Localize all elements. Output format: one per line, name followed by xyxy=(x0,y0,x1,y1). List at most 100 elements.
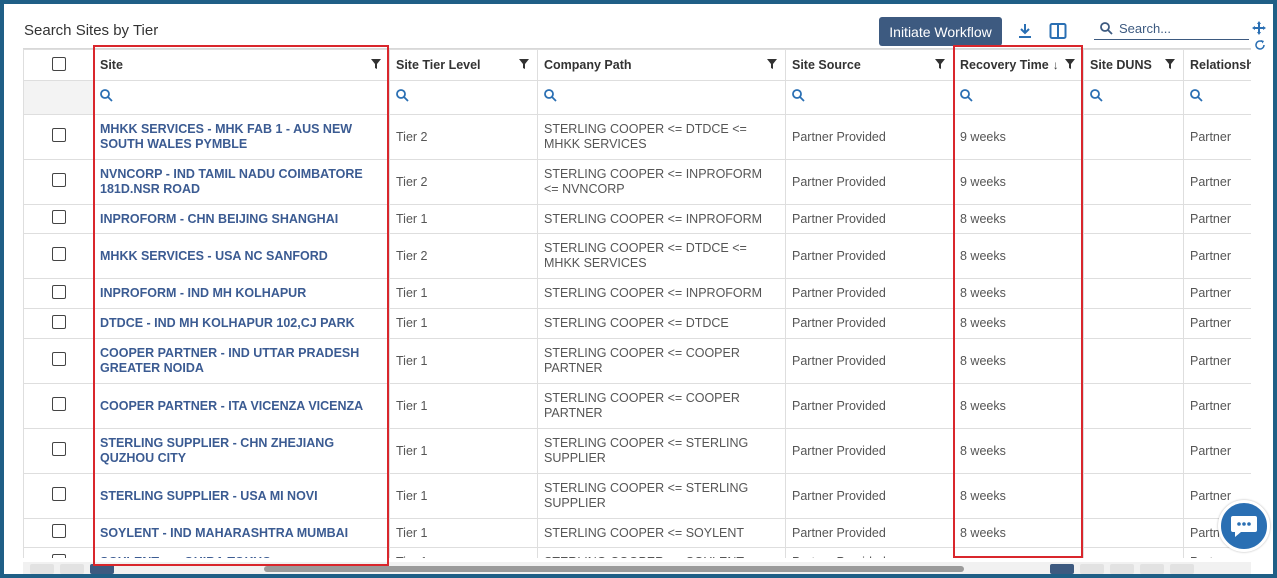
row-checkbox[interactable] xyxy=(51,284,66,299)
column-header-site-source[interactable]: Site Source xyxy=(785,49,954,81)
search-icon[interactable] xyxy=(396,89,409,102)
pager-button[interactable] xyxy=(1170,564,1194,574)
table-row[interactable]: STERLING SUPPLIER - CHN ZHEJIANG QUZHOU … xyxy=(23,428,1251,474)
chat-button[interactable] xyxy=(1218,500,1270,552)
site-link[interactable]: SOYLENT - ... OHIBA TOKYO xyxy=(100,555,272,558)
column-header-site[interactable]: Site xyxy=(93,49,390,81)
row-checkbox[interactable] xyxy=(51,442,66,456)
filter-icon[interactable] xyxy=(767,59,777,69)
pager-button[interactable] xyxy=(30,564,54,574)
row-checkbox[interactable] xyxy=(51,173,66,187)
site-cell: COOPER PARTNER - IND UTTAR PRADESH GREAT… xyxy=(93,338,390,384)
site-link[interactable]: INPROFORM - CHN BEIJING SHANGHAI xyxy=(100,212,338,226)
table-row[interactable]: STERLING SUPPLIER - USA MI NOVI Tier 1 STE… xyxy=(23,473,1251,519)
row-checkbox[interactable] xyxy=(51,247,66,261)
tier-cell: Tier 1 xyxy=(389,278,538,309)
relationship-cell: Partner xyxy=(1183,114,1251,160)
cell-text: Partner Provided xyxy=(792,398,886,413)
filter-cell-relationship[interactable] xyxy=(1183,80,1251,115)
search-icon[interactable] xyxy=(960,89,973,102)
row-checkbox[interactable] xyxy=(51,487,66,501)
search-icon[interactable] xyxy=(1190,89,1203,102)
download-icon[interactable] xyxy=(1017,22,1033,40)
row-checkbox[interactable] xyxy=(51,210,66,224)
table-row[interactable]: DTDCE - IND MH KOLHAPUR 102,CJ PARK Tier … xyxy=(23,308,1251,339)
row-checkbox[interactable] xyxy=(51,553,66,558)
table-row[interactable]: INPROFORM - CHN BEIJING SHANGHAI Tier 1 ST… xyxy=(23,204,1251,234)
relationship-cell: Partner xyxy=(1183,308,1251,339)
pager-button[interactable] xyxy=(1140,564,1164,574)
site-link[interactable]: NVNCORP - IND TAMIL NADU COIMBATORE 181D… xyxy=(100,167,363,196)
filter-icon[interactable] xyxy=(935,59,945,69)
site-link[interactable]: MHKK SERVICES - USA NC SANFORD xyxy=(100,249,328,263)
pager-button[interactable] xyxy=(60,564,84,574)
cell-text: Tier 2 xyxy=(396,248,428,263)
filter-icon[interactable] xyxy=(519,59,529,69)
cell-text: Partner xyxy=(1190,488,1231,503)
filter-cell-site-source[interactable] xyxy=(785,80,954,115)
company-path-cell: STERLING COOPER <= INPROFORM xyxy=(537,278,786,309)
recovery-time-cell: 8 weeks xyxy=(953,233,1084,279)
pager-button[interactable] xyxy=(1110,564,1134,574)
pager-button-active[interactable] xyxy=(1050,564,1074,574)
table-row[interactable]: NVNCORP - IND TAMIL NADU COIMBATORE 181D… xyxy=(23,159,1251,205)
move-icon[interactable] xyxy=(1252,21,1266,35)
row-checkbox[interactable] xyxy=(51,397,66,411)
table-row[interactable]: INPROFORM - IND MH KOLHAPUR Tier 1 STERLIN… xyxy=(23,278,1251,309)
site-link[interactable]: COOPER PARTNER - IND UTTAR PRADESH GREAT… xyxy=(100,346,359,375)
search-icon[interactable] xyxy=(792,89,805,102)
pager-button-active[interactable] xyxy=(90,564,114,574)
recovery-time-cell xyxy=(953,547,1084,558)
site-cell: SOYLENT - ... OHIBA TOKYO xyxy=(93,547,390,558)
site-link[interactable]: STERLING SUPPLIER - USA MI NOVI xyxy=(100,489,318,503)
column-header-company-path[interactable]: Company Path xyxy=(537,49,786,81)
pager-button[interactable] xyxy=(1080,564,1104,574)
site-link[interactable]: COOPER PARTNER - ITA VICENZA VICENZA xyxy=(100,399,363,413)
row-select-cell xyxy=(23,518,94,548)
table-row[interactable]: COOPER PARTNER - IND UTTAR PRADESH GREAT… xyxy=(23,338,1251,384)
refresh-icon[interactable] xyxy=(1254,39,1266,51)
filter-icon[interactable] xyxy=(371,59,381,69)
column-header-recovery-time[interactable]: Recovery Time ↓ xyxy=(953,49,1084,81)
site-cell: DTDCE - IND MH KOLHAPUR 102,CJ PARK xyxy=(93,308,390,339)
initiate-workflow-button[interactable]: Initiate Workflow xyxy=(879,17,1002,46)
row-checkbox[interactable] xyxy=(51,524,66,538)
site-link[interactable]: MHKK SERVICES - MHK FAB 1 - AUS NEW SOUT… xyxy=(100,122,352,151)
filter-cell-site-duns[interactable] xyxy=(1083,80,1184,115)
cell-text: Partner xyxy=(1190,211,1231,226)
table-row[interactable]: MHKK SERVICES - USA NC SANFORD Tier 2 STER… xyxy=(23,233,1251,279)
site-link[interactable]: SOYLENT - IND MAHARASHTRA MUMBAI xyxy=(100,526,348,540)
filter-cell-tier[interactable] xyxy=(389,80,538,115)
filter-cell-site[interactable] xyxy=(93,80,390,115)
column-header-site-duns[interactable]: Site DUNS xyxy=(1083,49,1184,81)
global-search[interactable] xyxy=(1094,18,1249,40)
search-input[interactable] xyxy=(1119,21,1239,36)
search-icon[interactable] xyxy=(544,89,557,102)
search-icon[interactable] xyxy=(100,89,113,102)
site-link[interactable]: INPROFORM - IND MH KOLHAPUR xyxy=(100,286,306,300)
filter-cell-recovery-time[interactable] xyxy=(953,80,1084,115)
table-row[interactable]: SOYLENT - ... OHIBA TOKYO Tier 1 STERLING … xyxy=(23,547,1251,558)
table-row[interactable]: SOYLENT - IND MAHARASHTRA MUMBAI Tier 1 ST… xyxy=(23,518,1251,548)
table-row[interactable]: COOPER PARTNER - ITA VICENZA VICENZA Tier… xyxy=(23,383,1251,429)
filter-cell-company-path[interactable] xyxy=(537,80,786,115)
tier-cell: Tier 1 xyxy=(389,383,538,429)
row-checkbox[interactable] xyxy=(51,128,66,142)
site-link[interactable]: STERLING SUPPLIER - CHN ZHEJIANG QUZHOU … xyxy=(100,436,334,465)
columns-icon[interactable] xyxy=(1049,22,1067,40)
filter-icon[interactable] xyxy=(1165,59,1175,69)
row-checkbox[interactable] xyxy=(51,314,66,329)
row-checkbox[interactable] xyxy=(51,352,66,366)
select-all-checkbox[interactable] xyxy=(51,56,66,71)
search-icon[interactable] xyxy=(1090,89,1103,102)
filter-icon[interactable] xyxy=(1065,59,1075,69)
table-row[interactable]: MHKK SERVICES - MHK FAB 1 - AUS NEW SOUT… xyxy=(23,114,1251,160)
cell-text: Partner Provided xyxy=(792,353,886,368)
column-header-relationship[interactable]: Relationsh xyxy=(1183,49,1251,81)
company-path-cell: STERLING COOPER <= SOYLENT xyxy=(537,518,786,548)
cell-text: Tier 2 xyxy=(396,129,428,144)
sort-descending-icon[interactable]: ↓ xyxy=(1053,58,1059,72)
scrollbar-thumb[interactable] xyxy=(264,566,964,572)
site-link[interactable]: DTDCE - IND MH KOLHAPUR 102,CJ PARK xyxy=(100,316,355,330)
column-header-tier[interactable]: Site Tier Level xyxy=(389,49,538,81)
